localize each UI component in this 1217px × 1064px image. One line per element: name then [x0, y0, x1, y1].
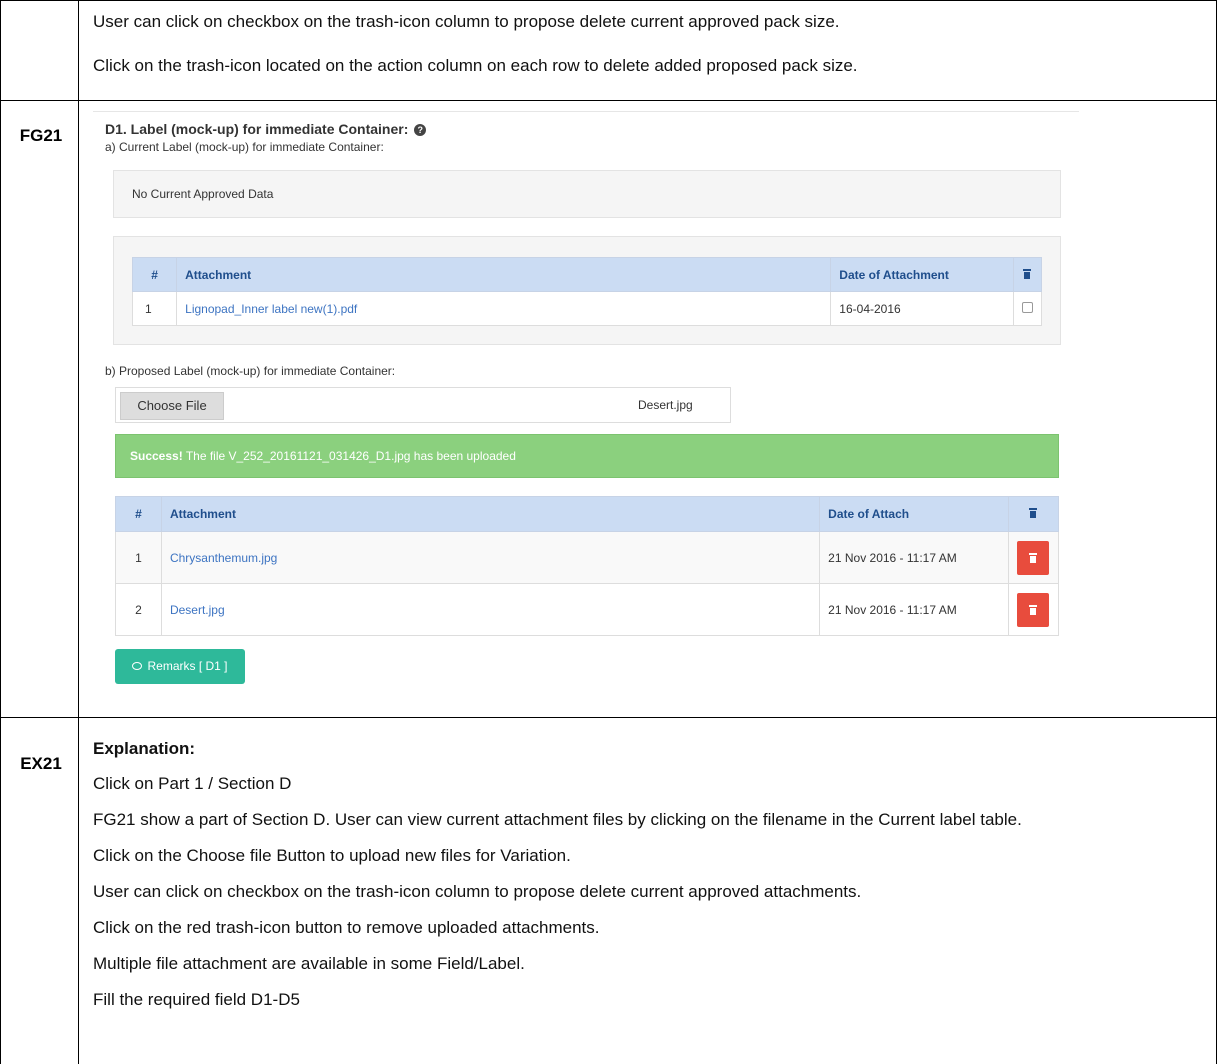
col-header-date: Date of Attachment	[830, 257, 1014, 292]
row-file-cell: Chrysanthemum.jpg	[160, 531, 821, 584]
instruction-line-1: User can click on checkbox on the trash-…	[93, 12, 840, 31]
row-file-cell: Desert.jpg	[160, 583, 821, 636]
table-row: 1 Chrysanthemum.jpg 21 Nov 2016 - 11:17 …	[115, 531, 1060, 584]
no-data-panel: No Current Approved Data	[113, 170, 1061, 218]
row-action-cell	[1007, 583, 1060, 636]
row-fg21: FG21 D1. Label (mock-up) for immediate C…	[0, 100, 1217, 718]
instruction-line-2: Click on the trash-icon located on the a…	[93, 56, 858, 75]
fg21-screenshot-cell: D1. Label (mock-up) for immediate Contai…	[78, 100, 1217, 718]
row-instructions: User can click on checkbox on the trash-…	[0, 0, 1217, 101]
col-header-num: #	[131, 257, 178, 292]
alert-strong: Success!	[130, 449, 183, 463]
delete-checkbox[interactable]	[1021, 301, 1033, 313]
explanation-line-2: FG21 show a part of Section D. User can …	[93, 810, 1022, 829]
trash-icon	[1029, 604, 1038, 615]
current-label-heading: a) Current Label (mock-up) for immediate…	[105, 140, 384, 154]
row-num: 2	[115, 583, 162, 636]
explanation-title: Explanation:	[93, 739, 196, 758]
explanation-line-5: Click on the red trash-icon button to re…	[93, 918, 600, 937]
trash-icon	[1023, 268, 1032, 279]
col-header-trash	[1007, 496, 1060, 532]
table-row: 1 Lignopad_Inner label new(1).pdf 16-04-…	[131, 291, 1043, 326]
success-alert: Success! The file V_252_20161121_031426_…	[115, 434, 1059, 478]
table-row: 2 Desert.jpg 21 Nov 2016 - 11:17 AM	[115, 583, 1060, 636]
remarks-button-label: Remarks [ D1 ]	[147, 659, 228, 673]
row-date: 21 Nov 2016 - 11:17 AM	[819, 583, 1009, 636]
attachment-link[interactable]: Lignopad_Inner label new(1).pdf	[185, 302, 357, 316]
explanation-line-3: Click on the Choose file Button to uploa…	[93, 846, 571, 865]
col-header-date: Date of Attach	[819, 496, 1009, 532]
trash-icon	[1029, 508, 1038, 518]
delete-button[interactable]	[1017, 540, 1050, 575]
row-num: 1	[115, 531, 162, 584]
document-table: User can click on checkbox on the trash-…	[0, 0, 1217, 1064]
proposed-attachments-table: # Attachment Date of Attach 1 Chrysanthe…	[115, 496, 1060, 636]
row-action-cell	[1007, 531, 1060, 584]
attachment-link[interactable]: Desert.jpg	[170, 603, 225, 617]
row-checkbox-cell	[1012, 291, 1043, 326]
no-data-text: No Current Approved Data	[132, 187, 274, 201]
row-date: 16-04-2016	[830, 291, 1014, 326]
choose-file-button[interactable]: Choose File	[120, 392, 224, 420]
alert-text: The file V_252_20161121_031426_D1.jpg ha…	[182, 449, 516, 463]
empty-label-cell	[0, 0, 79, 101]
file-input[interactable]: Choose File Desert.jpg	[115, 387, 731, 423]
col-header-num: #	[115, 496, 162, 532]
table-header-row: # Attachment Date of Attachment	[131, 257, 1043, 292]
selected-file-name: Desert.jpg	[638, 398, 693, 412]
row-ex21: EX21 Explanation: Click on Part 1 / Sect…	[0, 717, 1217, 1064]
help-icon[interactable]: ?	[414, 124, 427, 136]
explanation-line-1: Click on Part 1 / Section D	[93, 774, 292, 793]
explanation-line-6: Multiple file attachment are available i…	[93, 954, 525, 973]
remarks-button[interactable]: Remarks [ D1 ]	[115, 649, 245, 684]
row-date: 21 Nov 2016 - 11:17 AM	[819, 531, 1009, 584]
explanation-line-4: User can click on checkbox on the trash-…	[93, 882, 862, 901]
col-header-attachment: Attachment	[160, 496, 821, 532]
current-attachments-table: # Attachment Date of Attachment 1 Lignop…	[131, 257, 1043, 326]
chat-icon	[132, 662, 143, 670]
col-header-trash	[1012, 257, 1043, 292]
ex21-label: EX21	[20, 754, 62, 773]
screenshot-panel: D1. Label (mock-up) for immediate Contai…	[79, 101, 1216, 717]
explanation-cell: Explanation: Click on Part 1 / Section D…	[78, 717, 1217, 1064]
row-file-cell: Lignopad_Inner label new(1).pdf	[176, 291, 832, 326]
table-header-row: # Attachment Date of Attach	[115, 496, 1060, 532]
col-header-attachment: Attachment	[176, 257, 832, 292]
ex21-label-cell: EX21	[0, 717, 79, 1064]
attachment-link[interactable]: Chrysanthemum.jpg	[170, 551, 277, 565]
instructions-cell: User can click on checkbox on the trash-…	[78, 0, 1217, 101]
section-title-text: D1. Label (mock-up) for immediate Contai…	[105, 121, 409, 137]
explanation-line-7: Fill the required field D1-D5	[93, 990, 300, 1009]
delete-button[interactable]	[1017, 592, 1050, 627]
fg21-label-cell: FG21	[0, 100, 79, 718]
divider	[93, 111, 1079, 112]
fg21-label: FG21	[19, 126, 63, 145]
proposed-label-heading: b) Proposed Label (mock-up) for immediat…	[105, 364, 396, 378]
row-num: 1	[131, 291, 178, 326]
section-title: D1. Label (mock-up) for immediate Contai…	[105, 121, 427, 137]
trash-icon	[1029, 552, 1038, 563]
